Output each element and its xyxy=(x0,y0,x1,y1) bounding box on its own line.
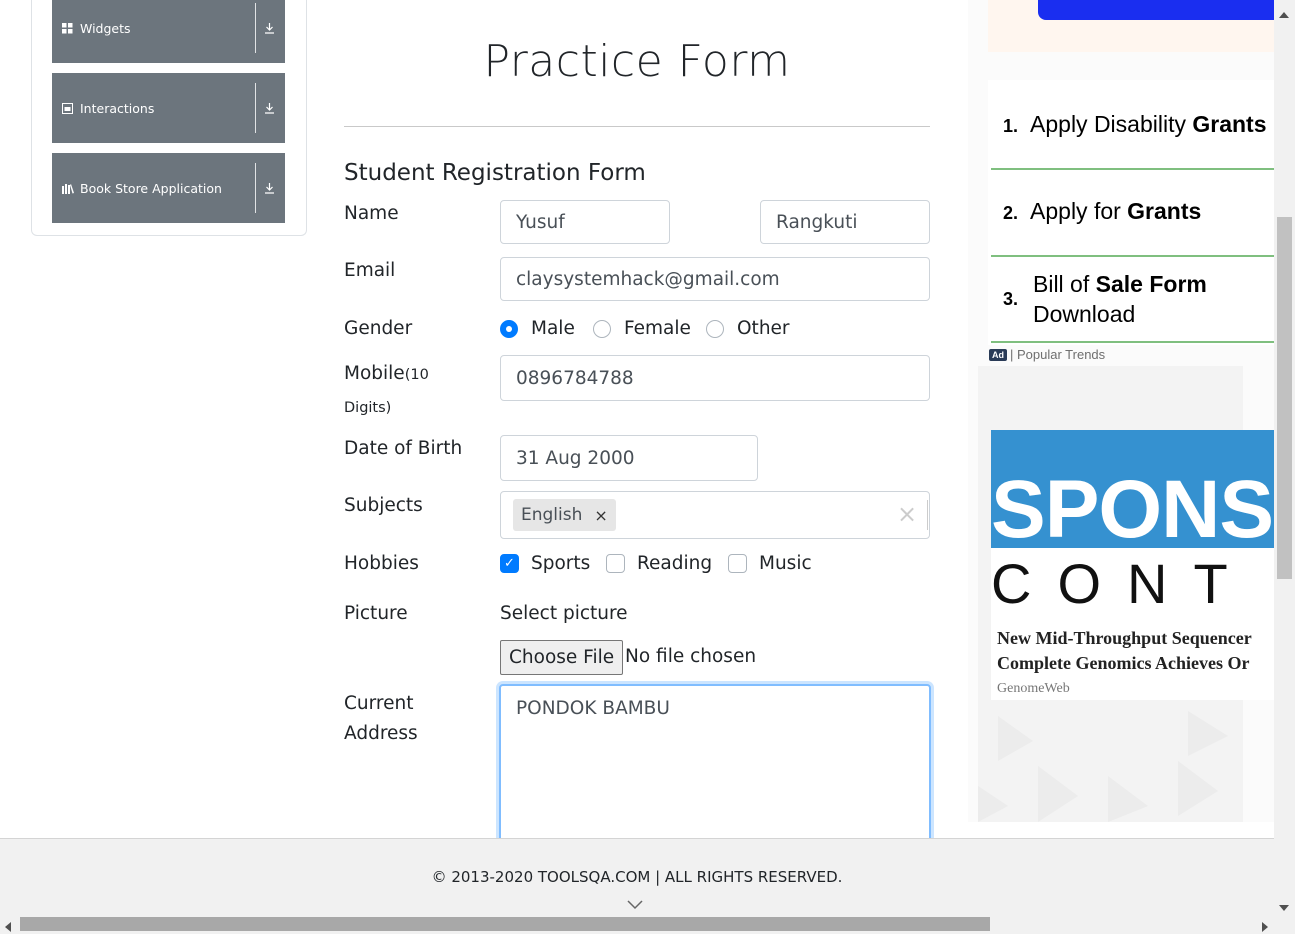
headline-line1: New Mid-Throughput Sequencer xyxy=(997,628,1252,648)
radio-icon[interactable] xyxy=(593,319,611,338)
checkbox-icon[interactable] xyxy=(728,554,747,573)
download-icon[interactable] xyxy=(259,0,279,63)
subject-tag: English × xyxy=(513,499,616,531)
dob-label: Date of Birth xyxy=(344,438,463,459)
vertical-scroll-thumb[interactable] xyxy=(1277,217,1292,579)
ad-text: Apply for xyxy=(1030,198,1128,224)
sidebar-item-label: Book Store Application xyxy=(80,180,222,196)
gender-male-radio[interactable]: Male xyxy=(500,318,575,339)
chevron-down-icon[interactable] xyxy=(626,896,644,915)
form-heading: Student Registration Form xyxy=(344,160,646,186)
radio-label: Male xyxy=(531,318,575,339)
page-title: Practice Form xyxy=(483,36,791,87)
checkbox-icon[interactable] xyxy=(606,554,625,573)
subjects-input[interactable]: English × × xyxy=(500,491,930,539)
ad-num: 2. xyxy=(1003,203,1019,223)
remove-tag-icon[interactable]: × xyxy=(594,506,607,525)
sponsored-publisher: GenomeWeb xyxy=(997,681,1070,696)
address-label: Current Address xyxy=(344,689,418,749)
ad-attribution[interactable]: Ad | Popular Trends xyxy=(989,347,1105,362)
sponsored-image[interactable]: SPONS CONT xyxy=(991,430,1274,620)
mobile-label-text: Mobile xyxy=(344,363,405,384)
ad-cta-button[interactable] xyxy=(1038,0,1288,20)
ad-link-1[interactable]: 1. Apply Disability Grants xyxy=(1003,111,1267,138)
download-icon[interactable] xyxy=(259,73,279,143)
sponsored-headline[interactable]: New Mid-Throughput Sequencer Complete Ge… xyxy=(997,626,1274,676)
sidebar-item-label: Interactions xyxy=(80,100,155,116)
last-name-input[interactable]: Rangkuti xyxy=(760,200,930,244)
file-status: No file chosen xyxy=(625,646,757,667)
radio-selected-icon[interactable] xyxy=(500,319,518,338)
divider xyxy=(255,83,256,133)
divider xyxy=(255,163,256,213)
interactions-icon xyxy=(62,73,73,143)
clear-icon[interactable]: × xyxy=(897,500,917,528)
mobile-input[interactable]: 0896784788 xyxy=(500,355,930,401)
widgets-icon xyxy=(62,0,73,63)
radio-label: Other xyxy=(737,318,790,339)
checkbox-label: Music xyxy=(759,553,812,574)
name-label: Name xyxy=(344,203,399,224)
hobby-music-checkbox[interactable]: Music xyxy=(728,553,812,574)
scroll-left-arrow-icon[interactable] xyxy=(4,918,12,937)
gender-other-radio[interactable]: Other xyxy=(706,318,790,339)
choose-file-button[interactable]: Choose File xyxy=(500,640,624,675)
hobby-reading-checkbox[interactable]: Reading xyxy=(606,553,712,574)
ad-text: Bill of xyxy=(1033,271,1096,297)
hobby-sports-checkbox[interactable]: ✓ Sports xyxy=(500,553,590,574)
sponsored-word: SPONS xyxy=(991,464,1274,555)
sidebar-item-book-store[interactable]: Book Store Application xyxy=(52,153,285,223)
ad-text: Apply Disability xyxy=(1030,111,1193,137)
subject-tag-label: English xyxy=(521,505,583,525)
gender-female-radio[interactable]: Female xyxy=(593,318,691,339)
divider xyxy=(927,500,928,530)
divider xyxy=(991,341,1274,343)
download-icon[interactable] xyxy=(259,153,279,223)
email-label: Email xyxy=(344,260,396,281)
checkbox-label: Reading xyxy=(637,553,713,574)
ad-badge: Ad xyxy=(989,348,1007,361)
divider xyxy=(991,168,1274,170)
title-divider xyxy=(344,126,930,127)
mobile-label-hint-2: Digits) xyxy=(344,400,392,416)
sidebar-item-label: Widgets xyxy=(80,20,131,36)
ad-link-2[interactable]: 2. Apply for Grants xyxy=(1003,198,1201,225)
radio-icon[interactable] xyxy=(706,319,724,338)
mobile-label-hint: (10 xyxy=(404,367,429,383)
checkmark-icon[interactable]: ✓ xyxy=(500,554,519,573)
address-label-line2: Address xyxy=(344,723,418,744)
gender-label: Gender xyxy=(344,318,413,339)
select-picture-label: Select picture xyxy=(500,603,628,624)
first-name-input[interactable]: Yusuf xyxy=(500,200,670,244)
ad-bold: Sale Form xyxy=(1095,271,1207,297)
address-label-line1: Current xyxy=(344,693,414,714)
horizontal-scroll-thumb[interactable] xyxy=(20,917,990,931)
book-icon xyxy=(62,153,74,223)
ad-bold: Grants xyxy=(1127,198,1202,224)
mobile-label: Mobile(10 Digits) xyxy=(344,358,464,424)
email-input[interactable]: claysystemhack@gmail.com xyxy=(500,257,930,301)
content-word: CONT xyxy=(991,552,1254,615)
headline-line2: Complete Genomics Achieves Or xyxy=(997,653,1250,673)
ad-source: | Popular Trends xyxy=(1010,347,1106,362)
ad-num: 1. xyxy=(1003,116,1019,136)
sidebar-item-interactions[interactable]: Interactions xyxy=(52,73,285,143)
subjects-label: Subjects xyxy=(344,495,423,516)
divider xyxy=(255,3,256,53)
sidebar-item-widgets[interactable]: Widgets xyxy=(52,0,285,63)
checkbox-label: Sports xyxy=(531,553,591,574)
ad-bold: Grants xyxy=(1192,111,1267,137)
hobbies-label: Hobbies xyxy=(344,553,419,574)
divider xyxy=(991,255,1274,257)
dob-input[interactable]: 31 Aug 2000 xyxy=(500,435,758,481)
ad-text-2: Download xyxy=(1033,301,1136,327)
scroll-up-arrow-icon[interactable] xyxy=(1278,4,1290,23)
scroll-right-arrow-icon[interactable] xyxy=(1261,918,1269,937)
ad-num: 3. xyxy=(1003,289,1019,309)
radio-label: Female xyxy=(624,318,691,339)
picture-label: Picture xyxy=(344,603,408,624)
current-address-textarea[interactable]: PONDOK BAMBU xyxy=(499,684,931,854)
ad-link-3[interactable]: 3. Bill of Sale Form Download xyxy=(1003,269,1207,329)
footer-copyright: © 2013-2020 TOOLSQA.COM | ALL RIGHTS RES… xyxy=(431,868,843,886)
